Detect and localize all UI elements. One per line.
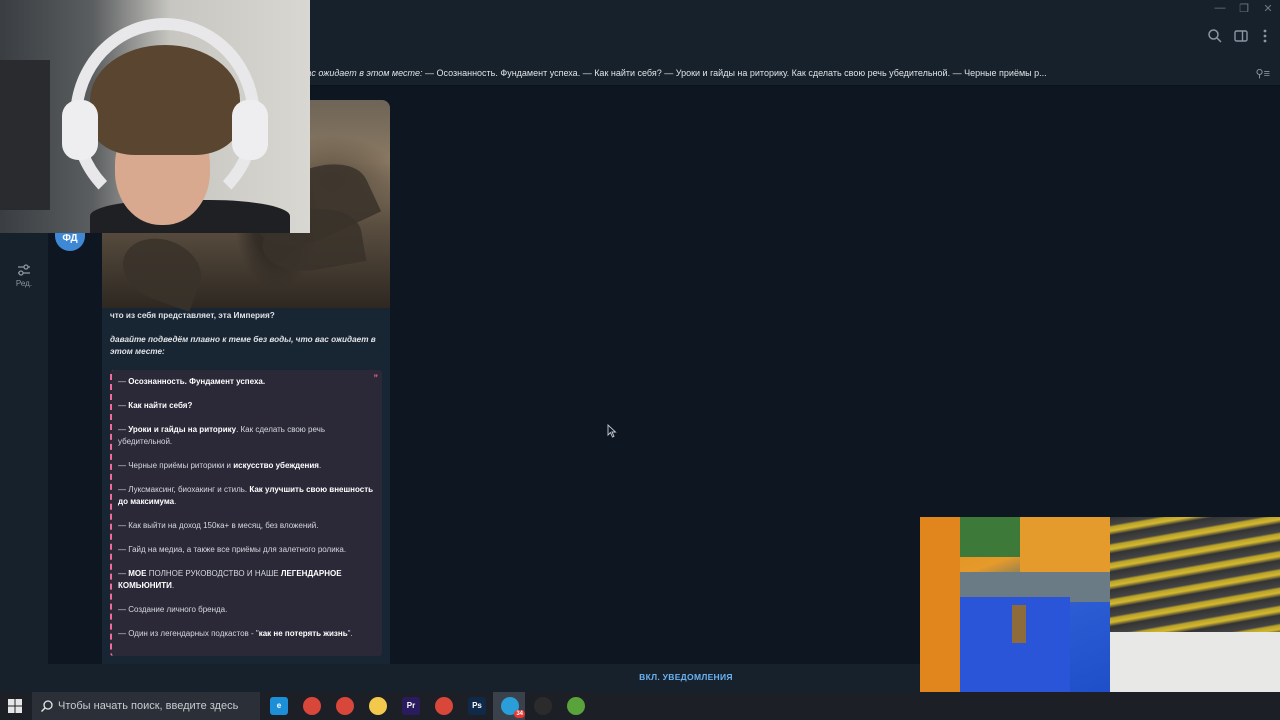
chrome-icon-2[interactable] <box>336 697 354 715</box>
quote-item: — Осознанность. Фундамент успеха. <box>118 377 266 386</box>
quote-item: — Луксмаксинг, биохакинг и стиль. Как ул… <box>118 485 374 506</box>
windows-taskbar: Чтобы начать поиск, введите здесь e Pr Ps 3… <box>0 692 1280 720</box>
bookshelf <box>0 60 50 210</box>
quote-item: — Уроки и гайды на риторику. Как сделать… <box>118 425 325 446</box>
windows-start-icon[interactable] <box>8 699 22 713</box>
wooden-door <box>1012 605 1026 643</box>
pinned-rest: — Осознанность. Фундамент успеха. — Как … <box>422 68 1047 78</box>
minecraft-scene <box>920 517 1110 692</box>
search-placeholder: Чтобы начать поиск, введите здесь <box>58 700 239 712</box>
floor <box>1110 632 1280 692</box>
close-button[interactable]: ✕ <box>1258 2 1278 15</box>
telegram-icon[interactable]: 34 <box>501 697 525 718</box>
restore-button[interactable]: ❐ <box>1234 2 1254 15</box>
orange-blocks <box>920 517 960 692</box>
quote-icon: ” <box>373 373 379 383</box>
wing-shape-3 <box>114 228 210 312</box>
edit-label: Ред. <box>15 279 33 288</box>
photoshop-icon[interactable]: Ps <box>468 697 486 715</box>
orange-blocks-2 <box>1020 517 1110 572</box>
obs-icon[interactable] <box>534 697 552 715</box>
sliders-icon <box>18 264 30 276</box>
quote-item: — Как найти себя? <box>118 401 193 410</box>
headphone-cup-right <box>232 100 268 160</box>
headphone-cup-left <box>62 100 98 160</box>
edge-icon[interactable]: e <box>270 697 288 715</box>
more-options-icon[interactable] <box>1256 27 1274 45</box>
pin-list-icon[interactable]: ⚲≡ <box>1256 67 1270 80</box>
grass-blocks <box>960 517 1020 557</box>
edit-folders-button[interactable]: Ред. <box>10 263 38 288</box>
search-icon <box>41 700 53 712</box>
blockquote: ” — Осознанность. Фундамент успеха. — Как… <box>110 370 382 656</box>
unread-badge: 34 <box>514 710 525 718</box>
quote-item: — Один из легендарных подкастов - "как н… <box>118 629 353 638</box>
message-text: что из себя представляет, эта Империя? д… <box>110 310 382 656</box>
search-icon[interactable] <box>1206 27 1224 45</box>
sidebar-toggle-icon[interactable] <box>1232 27 1250 45</box>
premiere-icon[interactable]: Pr <box>402 697 420 715</box>
quote-item: — Создание личного бренда. <box>118 605 228 614</box>
folder-icon[interactable] <box>369 697 387 715</box>
mouse-cursor-icon <box>607 424 617 438</box>
quote-item: — Гайд на медиа, а также все приёмы для … <box>118 545 347 554</box>
quote-item: — МОЕ ПОЛНОЕ РУКОВОДСТВО И НАШЕ ЛЕГЕНДАР… <box>118 569 342 590</box>
webcam-overlay <box>0 0 310 233</box>
chrome-icon-3[interactable] <box>435 697 453 715</box>
chrome-icon[interactable] <box>303 697 321 715</box>
minimize-button[interactable]: — <box>1210 2 1230 14</box>
message-intro: давайте подведём плавно к теме без воды,… <box>110 335 376 356</box>
quote-item: — Как выйти на доход 150ка+ в месяц, без… <box>118 521 319 530</box>
quote-item: — Черные приёмы риторики и искусство убе… <box>118 461 322 470</box>
taskbar-search[interactable]: Чтобы начать поиск, введите здесь <box>32 692 260 720</box>
quote-items: — Осознанность. Фундамент успеха. — Как н… <box>118 376 374 640</box>
gameplay-overlay <box>920 517 1280 692</box>
message-question: что из себя представляет, эта Империя? <box>110 311 275 320</box>
minecraft-icon[interactable] <box>567 697 585 715</box>
